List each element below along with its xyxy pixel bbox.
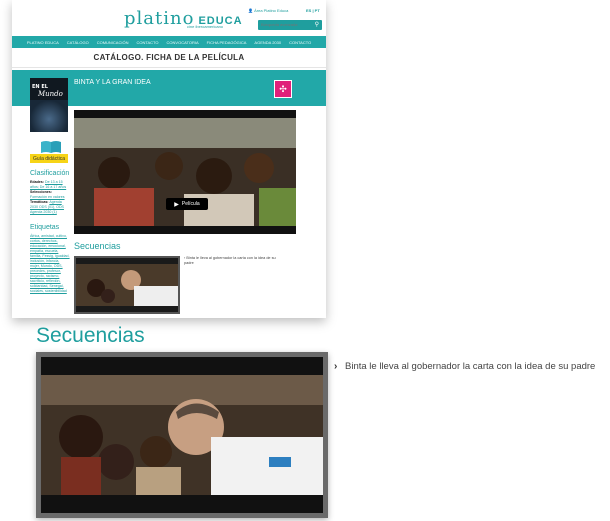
sequence-image (76, 258, 178, 312)
selecciones-label: Selecciones: (30, 190, 52, 194)
poster-text: Mundo (38, 90, 63, 98)
sequence-thumbnail-zoom[interactable] (36, 352, 328, 518)
user-area-label: Área Platino Educa (254, 8, 289, 13)
clasificacion-details: Edades: De 13 a 15 años; De 16 a 17 años… (30, 180, 70, 215)
main-nav: PLATINO EDUCA CATÁLOGO COMUNICACIÓN CONT… (12, 36, 326, 48)
poster-art (30, 100, 68, 132)
play-icon: ▶ (174, 201, 179, 208)
selecciones-value[interactable]: Formación en valores (30, 195, 65, 199)
language-switch[interactable]: ES | PT (306, 8, 320, 13)
search-icon[interactable]: ⚲ (315, 21, 319, 28)
nav-item[interactable]: PLATINO EDUCA (27, 40, 59, 45)
platino-educa-logo[interactable]: platino EDUCA (124, 8, 243, 29)
award-icon: ✣ (279, 83, 287, 94)
sequences-heading: Secuencias (74, 241, 121, 251)
sequences-heading-zoom: Secuencias (36, 324, 145, 347)
sequence-item-text: Binta le lleva al gobernador la carta co… (184, 256, 276, 265)
play-button[interactable]: ▶ Película (166, 198, 208, 210)
sequence-thumbnail-frame (76, 258, 178, 312)
nav-item[interactable]: CONVOCATORIA (167, 40, 199, 45)
nav-item[interactable]: COMUNICACIÓN (97, 40, 129, 45)
nav-item[interactable]: AGENDA 2030 (254, 40, 281, 45)
clasificacion-heading: Clasificación (30, 170, 70, 177)
user-area-link[interactable]: 👤 Área Platino Educa (248, 8, 288, 13)
page-title: CATÁLOGO. FICHA DE LA PELÍCULA (93, 53, 245, 62)
etiquetas-heading: Etiquetas (30, 224, 60, 231)
user-icon: 👤 (248, 8, 253, 13)
video-player[interactable]: ▶ Película (74, 110, 296, 234)
logo-platino: platino (124, 8, 195, 29)
book-icon[interactable] (40, 140, 62, 154)
etiquetas-list: África, amistad, cultivo, cortos, derech… (30, 234, 70, 294)
tematicas-label: Temáticas: (30, 200, 49, 204)
search-input[interactable] (261, 22, 311, 27)
site-header: platino EDUCA cine iberoamericano 👤 Área … (12, 0, 326, 36)
nav-item[interactable]: CONTACTO (136, 40, 158, 45)
chevron-right-icon: › (334, 361, 338, 372)
catalog-page-screenshot: platino EDUCA cine iberoamericano 👤 Área … (12, 0, 326, 318)
sequence-item-text: Binta le lleva al gobernador la carta co… (345, 361, 596, 372)
movie-poster[interactable]: EN EL Mundo (30, 78, 68, 132)
edades-label: Edades: (30, 180, 44, 184)
sequence-thumbnail-frame (41, 357, 323, 513)
platino-award-badge: ✣ (274, 80, 292, 98)
movie-title: BINTA Y LA GRAN IDEA (74, 79, 151, 86)
guide-button[interactable]: Guía didáctica (30, 154, 68, 163)
logo-subtitle: cine iberoamericano (187, 24, 224, 29)
sequence-image (41, 357, 323, 513)
search-box[interactable]: ⚲ (258, 20, 322, 30)
nav-item[interactable]: CONTACTO (289, 40, 311, 45)
sequence-thumbnail[interactable] (74, 256, 180, 314)
sequence-item-small[interactable]: › Binta le lleva al gobernador la carta … (184, 256, 284, 266)
play-label: Película (181, 201, 200, 207)
sequence-item-zoom[interactable]: › Binta le lleva al gobernador la carta … (334, 360, 610, 373)
nav-item[interactable]: CATÁLOGO (67, 40, 89, 45)
nav-item[interactable]: FICHA PEDAGÓGICA (207, 40, 247, 45)
page-title-bar: CATÁLOGO. FICHA DE LA PELÍCULA (12, 48, 326, 68)
etiquetas-value[interactable]: África, amistad, cultivo, cortos, derech… (30, 234, 70, 293)
